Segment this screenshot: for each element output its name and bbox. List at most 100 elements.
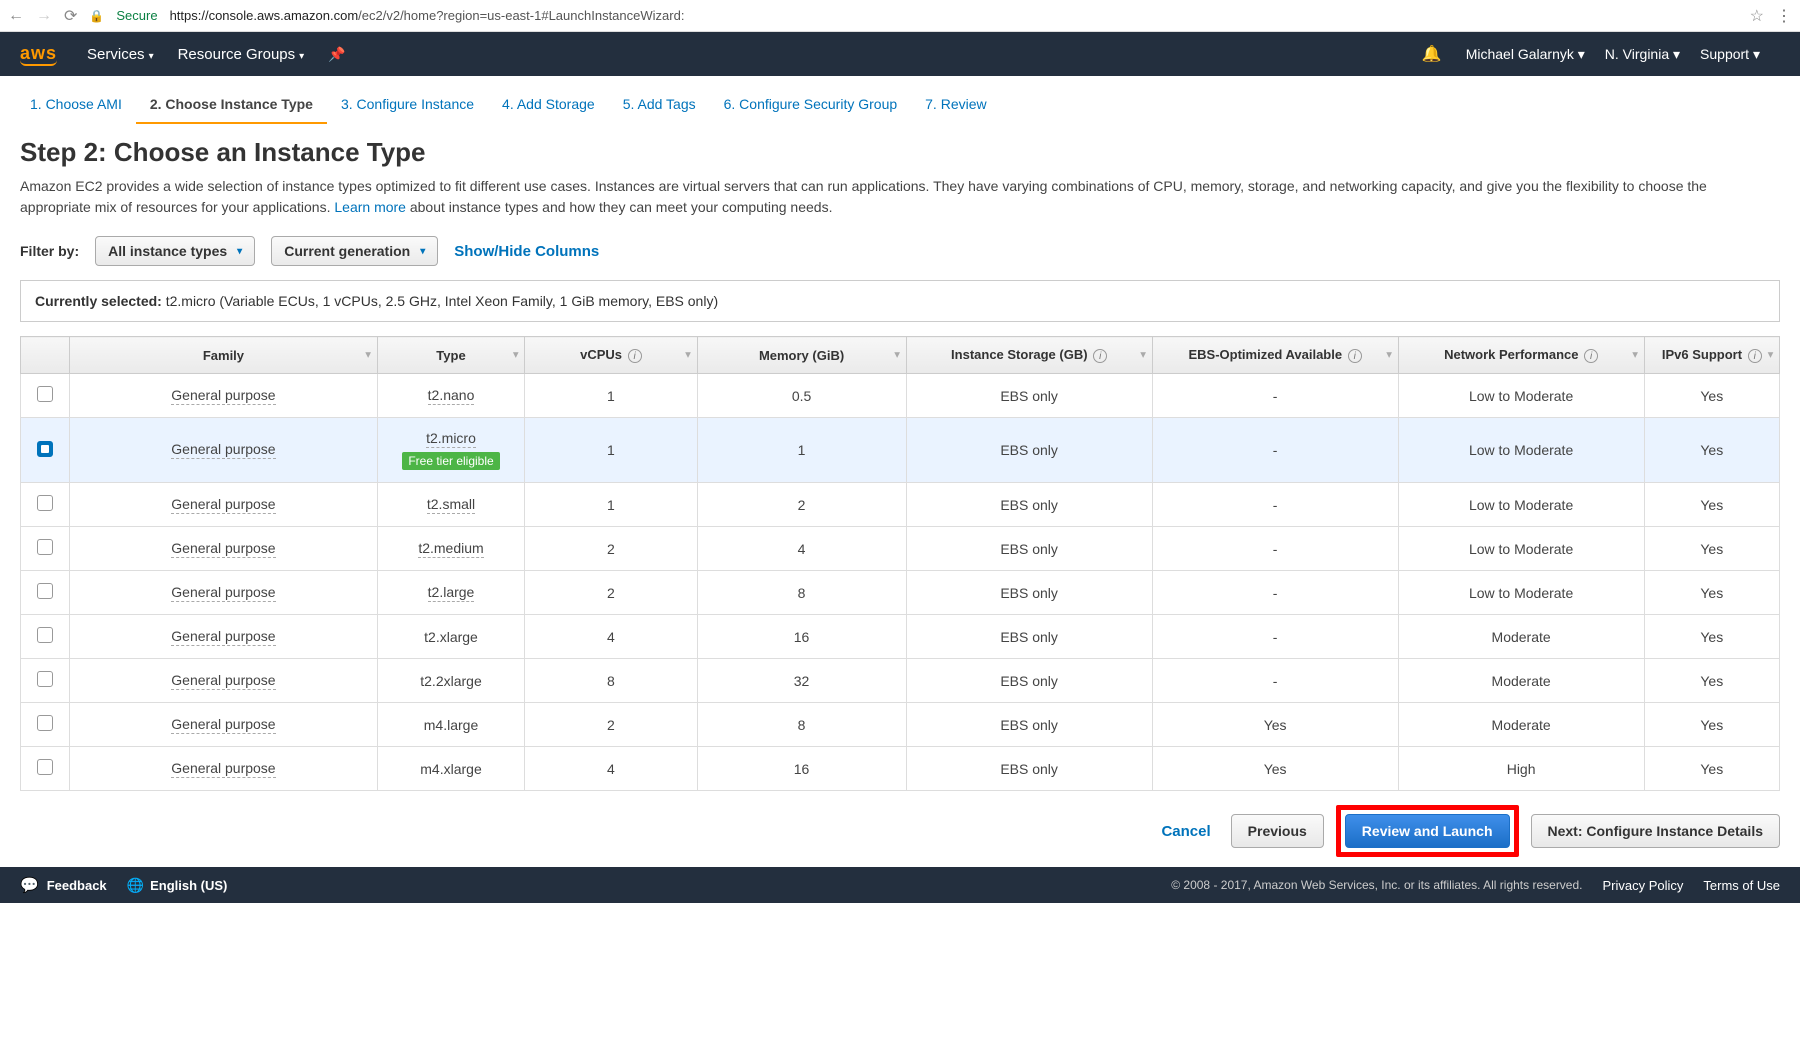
family-cell: General purpose — [171, 540, 275, 558]
previous-button[interactable]: Previous — [1231, 814, 1324, 848]
generation-filter[interactable]: Current generation▾ — [271, 236, 438, 266]
privacy-link[interactable]: Privacy Policy — [1603, 878, 1684, 893]
learn-more-link[interactable]: Learn more — [334, 199, 406, 215]
type-cell: m4.xlarge — [420, 761, 481, 777]
col-ebs[interactable]: EBS-Optimized Available i▾ — [1152, 337, 1398, 374]
ipv6-cell: Yes — [1644, 374, 1779, 418]
cancel-button[interactable]: Cancel — [1161, 823, 1210, 840]
ipv6-cell: Yes — [1644, 571, 1779, 615]
wizard-tab-2[interactable]: 3. Configure Instance — [327, 86, 488, 124]
table-row[interactable]: General purposet2.2xlarge832EBS only-Mod… — [21, 659, 1780, 703]
wizard-tab-0[interactable]: 1. Choose AMI — [16, 86, 136, 124]
review-highlight: Review and Launch — [1336, 805, 1519, 857]
network-cell: Low to Moderate — [1398, 571, 1644, 615]
storage-cell: EBS only — [906, 659, 1152, 703]
vcpus-cell: 1 — [525, 418, 697, 483]
row-checkbox[interactable] — [37, 539, 53, 555]
family-cell: General purpose — [171, 672, 275, 690]
table-row[interactable]: General purposet2.medium24EBS only-Low t… — [21, 527, 1780, 571]
vcpus-cell: 2 — [525, 571, 697, 615]
wizard-tab-4[interactable]: 5. Add Tags — [609, 86, 710, 124]
memory-cell: 2 — [697, 483, 906, 527]
pin-icon[interactable]: 📌 — [328, 46, 345, 63]
wizard-tabs: 1. Choose AMI2. Choose Instance Type3. C… — [0, 76, 1800, 125]
row-checkbox[interactable] — [37, 759, 53, 775]
family-cell: General purpose — [171, 584, 275, 602]
next-button[interactable]: Next: Configure Instance Details — [1531, 814, 1781, 848]
instance-type-filter[interactable]: All instance types▾ — [95, 236, 255, 266]
col-vcpus[interactable]: vCPUs i▾ — [525, 337, 697, 374]
terms-link[interactable]: Terms of Use — [1703, 878, 1780, 893]
row-checkbox[interactable] — [37, 386, 53, 402]
memory-cell: 8 — [697, 703, 906, 747]
wizard-tab-6[interactable]: 7. Review — [911, 86, 1000, 124]
ipv6-cell: Yes — [1644, 659, 1779, 703]
url-bar[interactable]: https://console.aws.amazon.com/ec2/v2/ho… — [170, 8, 1738, 23]
table-row[interactable]: General purposet2.xlarge416EBS only-Mode… — [21, 615, 1780, 659]
aws-top-nav: aws Services▾ Resource Groups▾ 📌 🔔 Micha… — [0, 32, 1800, 76]
secure-label: Secure — [116, 8, 157, 23]
row-checkbox[interactable] — [37, 671, 53, 687]
ipv6-cell: Yes — [1644, 703, 1779, 747]
ipv6-cell: Yes — [1644, 747, 1779, 791]
user-menu[interactable]: Michael Galarnyk ▾ — [1466, 46, 1585, 63]
table-row[interactable]: General purposem4.xlarge416EBS onlyYesHi… — [21, 747, 1780, 791]
aws-footer: 💬 Feedback 🌐 English (US) © 2008 - 2017,… — [0, 867, 1800, 903]
network-cell: Moderate — [1398, 615, 1644, 659]
globe-icon: 🌐 — [127, 877, 144, 894]
table-row[interactable]: General purposet2.large28EBS only-Low to… — [21, 571, 1780, 615]
browser-menu-icon[interactable]: ⋮ — [1776, 6, 1792, 26]
wizard-tab-3[interactable]: 4. Add Storage — [488, 86, 609, 124]
table-row[interactable]: General purposet2.nano10.5EBS only-Low t… — [21, 374, 1780, 418]
row-checkbox[interactable] — [37, 627, 53, 643]
table-row[interactable]: General purposet2.microFree tier eligibl… — [21, 418, 1780, 483]
storage-cell: EBS only — [906, 483, 1152, 527]
row-checkbox[interactable] — [37, 583, 53, 599]
memory-cell: 4 — [697, 527, 906, 571]
table-row[interactable]: General purposet2.small12EBS only-Low to… — [21, 483, 1780, 527]
language-selector[interactable]: English (US) — [150, 878, 227, 893]
col-type[interactable]: Type▾ — [377, 337, 525, 374]
col-family[interactable]: Family▾ — [70, 337, 378, 374]
type-cell: m4.large — [424, 717, 478, 733]
feedback-link[interactable]: Feedback — [47, 878, 107, 893]
feedback-icon: 💬 — [20, 876, 39, 894]
resource-groups-menu[interactable]: Resource Groups▾ — [178, 46, 305, 63]
aws-logo[interactable]: aws — [20, 43, 57, 66]
services-menu[interactable]: Services▾ — [87, 46, 154, 63]
storage-cell: EBS only — [906, 527, 1152, 571]
review-and-launch-button[interactable]: Review and Launch — [1345, 814, 1510, 848]
col-ipv6[interactable]: IPv6 Support i▾ — [1644, 337, 1779, 374]
region-menu[interactable]: N. Virginia ▾ — [1605, 46, 1680, 63]
ipv6-cell: Yes — [1644, 418, 1779, 483]
ipv6-cell: Yes — [1644, 483, 1779, 527]
storage-cell: EBS only — [906, 615, 1152, 659]
col-memory[interactable]: Memory (GiB)▾ — [697, 337, 906, 374]
free-tier-badge: Free tier eligible — [402, 452, 499, 470]
vcpus-cell: 4 — [525, 747, 697, 791]
notifications-icon[interactable]: 🔔 — [1422, 44, 1442, 64]
lock-icon: 🔒 — [89, 9, 104, 23]
storage-cell: EBS only — [906, 747, 1152, 791]
wizard-tab-1[interactable]: 2. Choose Instance Type — [136, 86, 327, 124]
back-icon[interactable]: ← — [8, 7, 24, 25]
row-checkbox[interactable] — [37, 441, 53, 457]
reload-icon[interactable]: ⟳ — [64, 6, 77, 26]
forward-icon[interactable]: → — [36, 7, 52, 25]
bookmark-icon[interactable]: ☆ — [1750, 6, 1764, 26]
vcpus-cell: 8 — [525, 659, 697, 703]
action-bar: Cancel Previous Review and Launch Next: … — [0, 791, 1800, 867]
col-storage[interactable]: Instance Storage (GB) i▾ — [906, 337, 1152, 374]
row-checkbox[interactable] — [37, 495, 53, 511]
show-hide-columns[interactable]: Show/Hide Columns — [454, 243, 599, 260]
vcpus-cell: 2 — [525, 527, 697, 571]
step-description: Amazon EC2 provides a wide selection of … — [20, 176, 1780, 218]
support-menu[interactable]: Support ▾ — [1700, 46, 1760, 63]
row-checkbox[interactable] — [37, 715, 53, 731]
table-row[interactable]: General purposem4.large28EBS onlyYesMode… — [21, 703, 1780, 747]
col-network[interactable]: Network Performance i▾ — [1398, 337, 1644, 374]
ebs-cell: - — [1152, 527, 1398, 571]
storage-cell: EBS only — [906, 571, 1152, 615]
col-select — [21, 337, 70, 374]
wizard-tab-5[interactable]: 6. Configure Security Group — [710, 86, 912, 124]
